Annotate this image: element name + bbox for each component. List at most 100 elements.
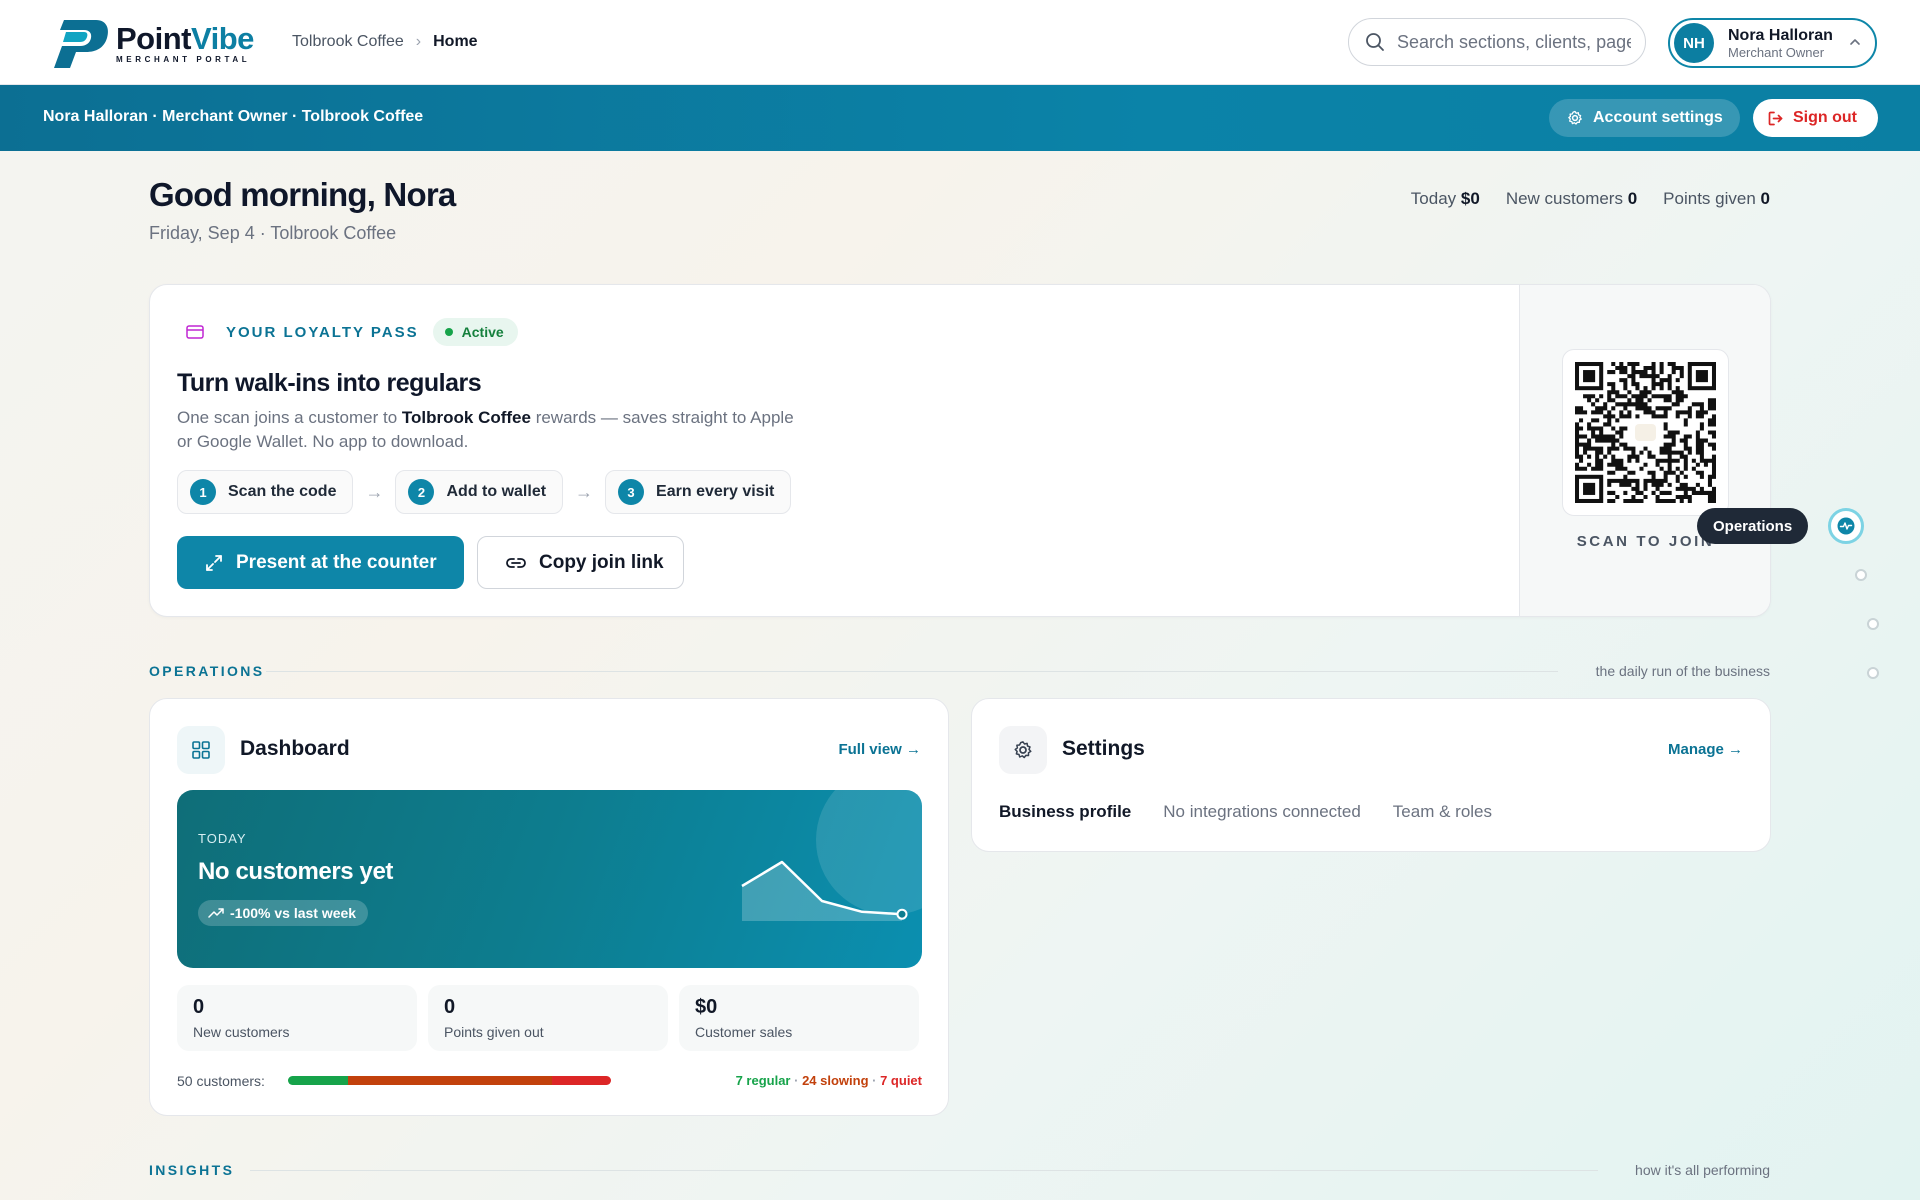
loyalty-pass-heading: Turn walk-ins into regulars (177, 369, 482, 397)
today-panel: TODAY No customers yet -100% vs last wee… (177, 790, 922, 968)
dashboard-icon-wrap (177, 726, 225, 774)
step-scan: 1 Scan the code (177, 470, 354, 514)
loyalty-pass-eyebrow: YOUR LOYALTY PASS (226, 323, 419, 341)
banner-context-text: Nora Halloran · Merchant Owner · Tolbroo… (43, 108, 424, 125)
segment-quiet (551, 1076, 611, 1085)
customer-segments: 50 customers: 7 regular · 24 slowing · 7… (177, 1071, 922, 1091)
loyalty-pass-description: One scan joins a customer to Tolbrook Co… (177, 408, 794, 451)
join-steps: 1 Scan the code → 2 Add to wallet → 3 Earn … (177, 470, 792, 514)
stat-points-given: 0 Points given out (428, 985, 668, 1051)
chevron-up-icon (1850, 39, 1860, 45)
mini-stats: 0 New customers 0 Points given out $0 Cu… (177, 985, 930, 1051)
qr-finder-pattern (1575, 362, 1604, 391)
page-subtitle: Friday, Sep 4 · Tolbrook Coffee (149, 223, 397, 243)
qr-code[interactable] (1562, 349, 1729, 516)
present-at-counter-label: Present at the counter (236, 551, 437, 573)
segment-regular (288, 1076, 348, 1085)
settings-item-integrations[interactable]: No integrations connected (1163, 802, 1361, 822)
trending-icon (208, 908, 224, 918)
segment-slowing (347, 1076, 552, 1085)
section-nav-dot-insights[interactable] (1855, 569, 1867, 581)
dashboard-card: Dashboard Full view → TODAY No customers… (149, 698, 949, 1116)
section-tagline-insights: how it's all performing (1635, 1162, 1770, 1178)
link-icon (506, 557, 526, 568)
status-dot-icon (444, 328, 453, 336)
settings-item-business-profile[interactable]: Business profile (999, 802, 1131, 822)
settings-card: Settings Manage → Business profile No in… (971, 698, 1771, 852)
section-nav-dot-4[interactable] (1867, 667, 1879, 679)
arrow-right-icon: → (365, 481, 384, 502)
section-divider (250, 1170, 1598, 1171)
account-banner: Nora Halloran · Merchant Owner · Tolbroo… (0, 85, 1920, 151)
section-label-operations: OPERATIONS (149, 663, 265, 679)
copy-join-link-label: Copy join link (539, 551, 664, 573)
brand-subtitle: MERCHANT PORTAL (116, 55, 251, 64)
brand-name: PointVibe (116, 21, 254, 56)
step-earn: 3 Earn every visit (605, 470, 792, 514)
arrow-right-icon: → (575, 481, 594, 502)
section-divider (266, 671, 1558, 672)
breadcrumb-separator-icon: › (415, 33, 422, 50)
section-nav-operations[interactable] (1828, 508, 1864, 544)
dashboard-full-view-link[interactable]: Full view → (838, 741, 921, 758)
breadcrumb-current: Home (433, 33, 478, 50)
logo-mark-icon (54, 20, 108, 68)
account-settings-label: Account settings (1593, 109, 1723, 126)
summary-new-customers: New customers 0 (1505, 189, 1638, 208)
stat-customer-sales: $0 Customer sales (679, 985, 919, 1051)
settings-item-team-roles[interactable]: Team & roles (1393, 802, 1492, 822)
top-header: PointVibe MERCHANT PORTAL Tolbrook Coffe… (0, 0, 1920, 85)
settings-items: Business profile No integrations connect… (999, 802, 1524, 822)
gear-icon (1568, 110, 1582, 125)
settings-icon-wrap (999, 726, 1047, 774)
sign-out-button[interactable]: Sign out (1753, 99, 1878, 137)
search-icon (1366, 33, 1384, 51)
brand-logo[interactable]: PointVibe MERCHANT PORTAL (50, 16, 254, 70)
qr-center-logo-icon (1635, 424, 1656, 441)
breadcrumb: Tolbrook Coffee › Home (292, 33, 478, 51)
sign-out-label: Sign out (1793, 109, 1857, 126)
search-box[interactable] (1348, 18, 1646, 66)
step-wallet: 2 Add to wallet (395, 470, 564, 514)
segments-label: 50 customers: (177, 1073, 265, 1089)
today-headline: No customers yet (198, 858, 393, 885)
status-badge: Active (432, 318, 518, 346)
copy-join-link-button[interactable]: Copy join link (477, 536, 684, 589)
qr-panel: SCAN TO JOIN (1519, 285, 1770, 616)
activity-icon (1837, 517, 1855, 535)
sparkline-endpoint (896, 908, 908, 920)
settings-title: Settings (1062, 737, 1145, 760)
today-eyebrow: TODAY (198, 831, 247, 846)
section-nav-tooltip: Operations (1697, 508, 1809, 544)
summary-stats: Today $0 New customers 0 Points given 0 (1385, 189, 1770, 209)
summary-today: Today $0 (1410, 189, 1480, 208)
grid-icon (192, 741, 210, 759)
search-input[interactable] (1397, 31, 1631, 53)
breadcrumb-parent[interactable]: Tolbrook Coffee (292, 33, 404, 51)
card-icon (186, 325, 204, 339)
expand-icon (206, 554, 222, 571)
avatar: NH (1674, 23, 1714, 63)
user-menu-button[interactable]: NH Nora Halloran Merchant Owner (1668, 18, 1877, 68)
qr-code-icon (1575, 362, 1716, 503)
logout-icon (1768, 111, 1783, 125)
settings-manage-link[interactable]: Manage → (1668, 741, 1743, 758)
section-nav-dot-3[interactable] (1867, 618, 1879, 630)
stat-new-customers: 0 New customers (177, 985, 417, 1051)
sparkline-chart (741, 860, 908, 921)
segment-legend: 7 regular · 24 slowing · 7 quiet (735, 1073, 922, 1088)
section-tagline-operations: the daily run of the business (1595, 663, 1770, 679)
qr-finder-pattern (1575, 474, 1604, 503)
user-name: Nora Halloran (1728, 27, 1833, 44)
summary-points-given: Points given 0 (1663, 189, 1770, 208)
trend-badge: -100% vs last week (198, 900, 369, 926)
page-title: Good morning, Nora (149, 176, 456, 213)
section-label-insights: INSIGHTS (149, 1162, 235, 1178)
qr-finder-pattern (1687, 362, 1716, 391)
user-role: Merchant Owner (1728, 45, 1825, 60)
gear-icon (1014, 741, 1032, 759)
account-settings-button[interactable]: Account settings (1549, 99, 1740, 137)
segment-bar (288, 1076, 611, 1085)
present-at-counter-button[interactable]: Present at the counter (177, 536, 464, 589)
dashboard-title: Dashboard (240, 737, 350, 760)
